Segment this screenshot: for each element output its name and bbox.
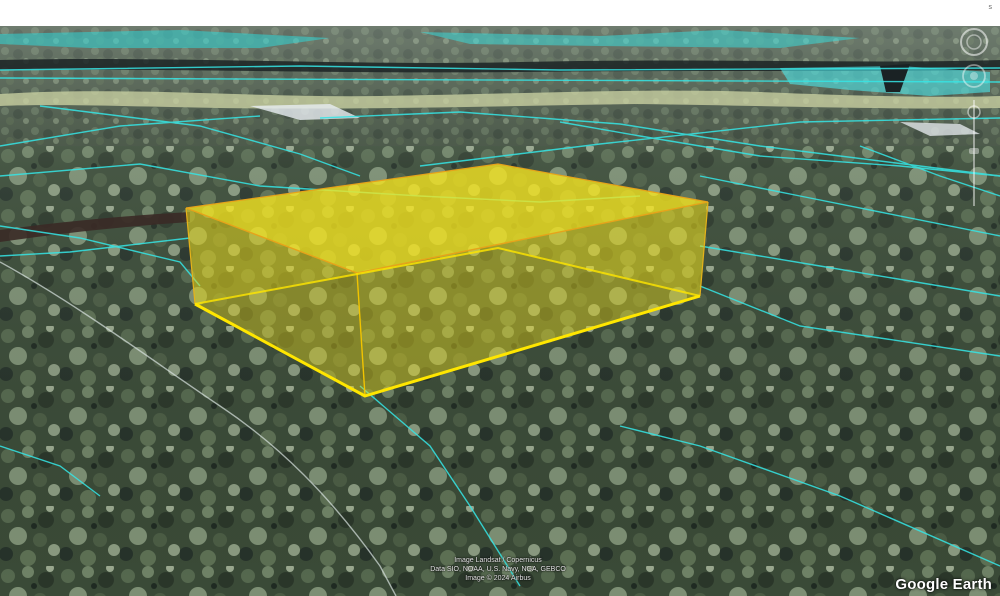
attribution-line-3: Image © 2024 Airbus bbox=[465, 575, 531, 582]
google-earth-logo: Google Earth bbox=[895, 576, 992, 593]
top-bar: s bbox=[0, 0, 1000, 26]
compass-ring-icon[interactable] bbox=[960, 28, 988, 56]
attribution-line-2: Data SIO, NOAA, U.S. Navy, NGA, GEBCO bbox=[430, 566, 566, 573]
zoom-slider-icon[interactable] bbox=[967, 100, 981, 206]
look-joystick-icon[interactable] bbox=[962, 64, 986, 88]
map-viewport[interactable]: Image Landsat / Copernicus Data SIO, NOA… bbox=[0, 26, 1000, 596]
attribution-line-1: Image Landsat / Copernicus bbox=[454, 557, 542, 564]
app-window: s Image Landsat / Copernicus Data SIO, N… bbox=[0, 0, 1000, 596]
corner-mark: s bbox=[988, 4, 993, 11]
terrain-scene[interactable] bbox=[0, 26, 1000, 596]
imagery-attribution: Image Landsat / Copernicus Data SIO, NOA… bbox=[388, 556, 608, 583]
navigation-controls[interactable] bbox=[954, 28, 994, 212]
